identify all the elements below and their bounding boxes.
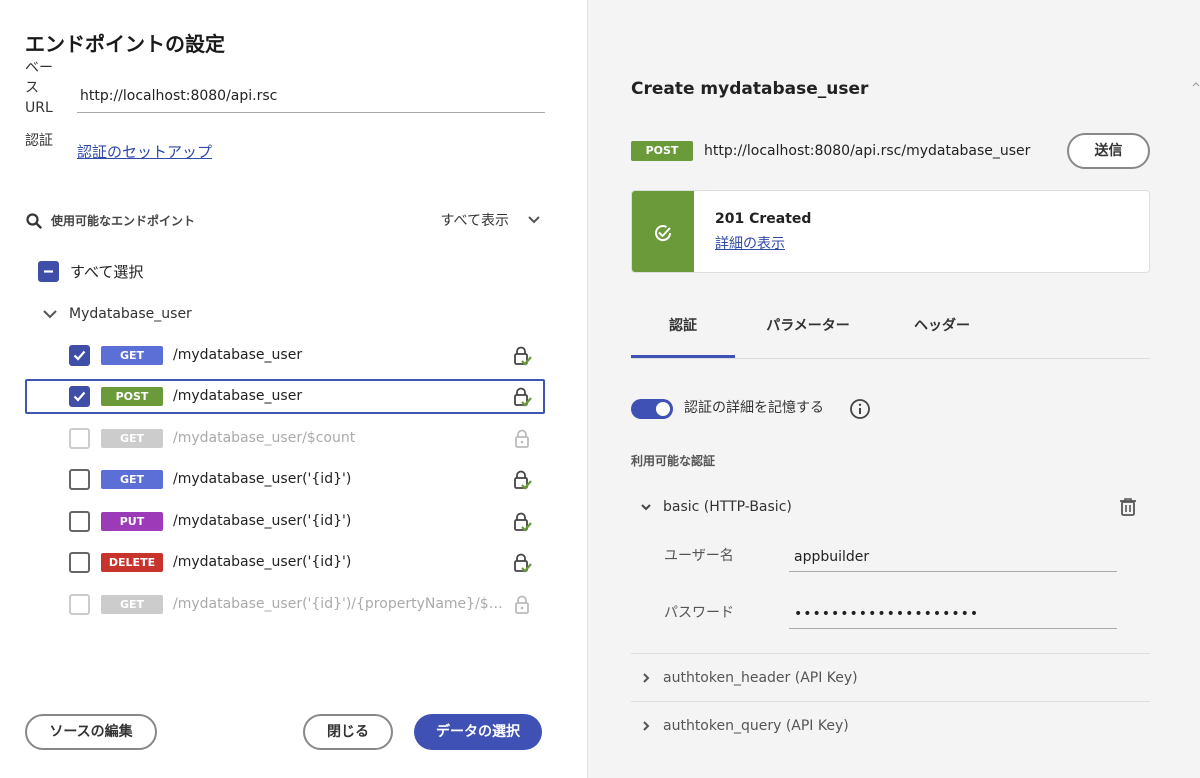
lock-icon xyxy=(515,429,529,448)
endpoint-path: /mydatabase_user xyxy=(173,347,303,363)
username-input[interactable]: appbuilder xyxy=(789,542,1117,572)
auth-basic-name: basic (HTTP-Basic) xyxy=(663,499,792,515)
send-button[interactable]: 送信 xyxy=(1067,133,1150,169)
base-url-label: ベース URL xyxy=(25,60,53,116)
endpoint-path: /mydatabase_user/$count xyxy=(173,430,356,446)
method-badge: GET xyxy=(101,595,163,614)
endpoint-search-row: 使用可能なエンドポイント すべて表示 xyxy=(25,210,545,234)
info-icon[interactable] xyxy=(849,398,871,420)
page-title: エンドポイントの設定 xyxy=(25,32,225,56)
endpoint-row[interactable]: GET /mydatabase_user('{id}') xyxy=(25,462,545,497)
lock-check-icon[interactable] xyxy=(511,511,533,533)
endpoint-row-selected[interactable]: POST /mydatabase_user xyxy=(25,379,545,414)
endpoint-settings-panel: エンドポイントの設定 ベース URL http://localhost:8080… xyxy=(0,0,587,778)
endpoint-path: /mydatabase_user('{id}') xyxy=(173,513,352,529)
method-badge: GET xyxy=(101,470,163,489)
endpoint-path: /mydatabase_user('{id}') xyxy=(173,554,352,570)
endpoint-checkbox xyxy=(69,594,90,615)
divider xyxy=(631,653,1150,654)
request-title: Create mydatabase_user xyxy=(631,79,869,99)
check-circle-icon xyxy=(655,225,672,242)
tab-headers[interactable]: ヘッダー xyxy=(891,310,993,358)
remember-auth-label: 認証の詳細を記憶する xyxy=(684,400,824,416)
select-data-button[interactable]: データの選択 xyxy=(414,714,542,750)
method-badge: GET xyxy=(101,429,163,448)
tab-parameters[interactable]: パラメーター xyxy=(743,310,873,358)
chevron-down-icon[interactable] xyxy=(527,213,541,227)
auth-query-item[interactable]: authtoken_query (API Key) xyxy=(631,715,1150,737)
lock-check-icon[interactable] xyxy=(511,345,533,367)
lock-check-icon[interactable] xyxy=(511,469,533,491)
method-badge: DELETE xyxy=(101,553,163,572)
search-icon[interactable] xyxy=(25,212,43,230)
base-url-input[interactable]: http://localhost:8080/api.rsc xyxy=(77,80,545,113)
request-test-panel: Create mydatabase_user POST http://local… xyxy=(587,0,1200,778)
close-button[interactable]: 閉じる xyxy=(303,714,393,750)
status-code: 201 Created xyxy=(715,211,812,227)
arrow-up-icon xyxy=(1192,82,1200,87)
status-strip xyxy=(632,191,694,272)
show-details-link[interactable]: 詳細の表示 xyxy=(715,233,785,253)
password-label: パスワード xyxy=(664,605,734,621)
chevron-right-icon xyxy=(643,673,650,683)
auth-query-name: authtoken_query (API Key) xyxy=(663,718,849,734)
request-url: http://localhost:8080/api.rsc/mydatabase… xyxy=(704,143,1031,159)
username-label: ユーザー名 xyxy=(664,548,734,564)
auth-basic-header[interactable]: basic (HTTP-Basic) xyxy=(631,496,1150,518)
endpoint-path: /mydatabase_user('{id}')/{propertyName}/… xyxy=(173,596,503,612)
divider xyxy=(631,701,1150,702)
endpoint-checkbox[interactable] xyxy=(69,511,90,532)
method-badge: POST xyxy=(631,141,693,161)
trash-icon[interactable] xyxy=(1117,496,1139,518)
select-all-label: すべて選択 xyxy=(70,263,144,281)
auth-header-name: authtoken_header (API Key) xyxy=(663,670,858,686)
auth-setup-link[interactable]: 認証のセットアップ xyxy=(77,141,212,162)
method-badge: PUT xyxy=(101,512,163,531)
tab-auth[interactable]: 認証 xyxy=(631,310,735,358)
endpoint-checkbox[interactable] xyxy=(69,345,90,366)
response-status-card: 201 Created 詳細の表示 xyxy=(631,190,1150,273)
edit-source-button[interactable]: ソースの編集 xyxy=(25,714,157,750)
endpoint-row: GET /mydatabase_user('{id}')/{propertyNa… xyxy=(25,587,545,622)
request-tabs: 認証 パラメーター ヘッダー xyxy=(631,310,1150,359)
endpoint-row[interactable]: DELETE /mydatabase_user('{id}') xyxy=(25,545,545,580)
endpoint-group-name: Mydatabase_user xyxy=(69,306,192,322)
endpoint-row: GET /mydatabase_user/$count xyxy=(25,421,545,456)
chevron-right-icon xyxy=(643,721,650,731)
show-all-dropdown[interactable]: すべて表示 xyxy=(441,211,509,231)
password-input[interactable]: •••••••••••••••••••• xyxy=(789,599,1117,629)
auth-header-item[interactable]: authtoken_header (API Key) xyxy=(631,667,1150,689)
toggle-knob xyxy=(656,402,670,416)
lock-icon xyxy=(515,595,529,614)
auth-label: 認証 xyxy=(25,133,53,149)
endpoint-row[interactable]: GET /mydatabase_user xyxy=(25,338,545,373)
endpoint-checkbox[interactable] xyxy=(69,469,90,490)
method-badge: GET xyxy=(101,346,163,365)
select-all-checkbox[interactable] xyxy=(38,261,59,282)
chevron-down-icon xyxy=(43,310,57,319)
endpoint-checkbox xyxy=(69,428,90,449)
endpoint-checkbox[interactable] xyxy=(69,386,90,407)
endpoint-path: /mydatabase_user('{id}') xyxy=(173,471,352,487)
endpoint-path: /mydatabase_user xyxy=(173,388,303,404)
available-auth-label: 利用可能な認証 xyxy=(631,454,716,468)
remember-auth-toggle[interactable] xyxy=(631,399,673,419)
lock-check-icon[interactable] xyxy=(511,386,533,408)
lock-check-icon[interactable] xyxy=(511,552,533,574)
method-badge: POST xyxy=(101,387,163,406)
chevron-down-icon xyxy=(641,504,651,511)
endpoint-checkbox[interactable] xyxy=(69,552,90,573)
endpoint-row[interactable]: PUT /mydatabase_user('{id}') xyxy=(25,504,545,539)
available-endpoints-label: 使用可能なエンドポイント xyxy=(51,214,196,228)
